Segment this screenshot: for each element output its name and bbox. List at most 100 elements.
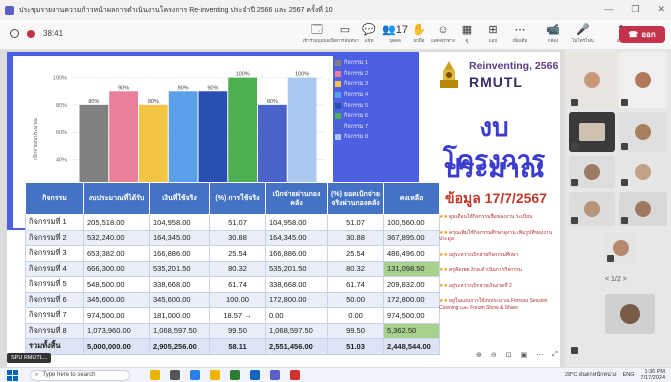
table-header: คงเหลือ: [383, 182, 440, 215]
participant-video[interactable]: [569, 156, 615, 188]
weather-widget[interactable]: 28°C ฝนตกหนักหน่วง: [565, 371, 617, 379]
participant-pager[interactable]: < 1/2 >: [605, 276, 627, 283]
table-cell: 653,382.00: [83, 245, 150, 262]
leave-button[interactable]: ☎ ออก: [619, 26, 665, 43]
camera-button[interactable]: 📹 กล้อง: [536, 23, 570, 48]
legend-swatch: [335, 81, 341, 88]
table-cell: 50.00: [327, 291, 384, 308]
stage-control-icon[interactable]: ⋯: [536, 351, 543, 359]
mic-off-icon: [621, 143, 628, 150]
chat-button-label: แชท: [364, 38, 374, 43]
clock-date: 7/17/2024: [640, 375, 665, 381]
stage-control-icon[interactable]: ⊡: [506, 351, 512, 359]
note-text: ดูมเดือนใช้กิจกรรมชื่อของงาน ระเบียน: [448, 214, 533, 220]
table-cell: 30.88: [209, 229, 266, 246]
participant-video[interactable]: [619, 192, 667, 226]
meeting-timer: 38:41: [43, 29, 64, 38]
table-header: เบิกจ่ายผ่านกองคลัง: [265, 182, 328, 215]
raise-hand-button-label: ยกมือ: [413, 38, 425, 43]
note-item: ★★ครูคิดเพย 3กล.ดำเนินการกิจกรรม: [439, 267, 563, 274]
table-row: กิจกรรมที่ 5 548,500.00 338,668.00 61.74 338…: [25, 276, 440, 293]
avatar: [635, 72, 651, 88]
table-header: กิจกรรม: [25, 182, 84, 215]
participant-video[interactable]: [619, 52, 667, 108]
taskbar-search[interactable]: ⌕ Type here to search: [30, 369, 130, 381]
chart-legend: กิจกรรม 1 กิจกรรม 2 กิจกรรม 3 กิจกรรม 4 กิจก…: [335, 58, 415, 143]
table-cell: กิจกรรมที่ 4: [25, 260, 84, 277]
camera-button-label: กล้อง: [547, 38, 559, 43]
clock[interactable]: 1:36 PM 7/17/2024: [641, 369, 665, 381]
participant-tile[interactable]: [569, 336, 589, 356]
table-cell: กิจกรรมที่ 2: [25, 229, 84, 246]
table-cell: 25.54: [209, 245, 266, 262]
language-indicator[interactable]: ENG: [623, 372, 635, 378]
participant-video[interactable]: [569, 192, 615, 226]
participant-video[interactable]: [619, 112, 667, 152]
y-axis-label: เบิกจ่ายงบประมาณ: [32, 118, 39, 160]
legend-item: กิจกรรม 6: [335, 111, 415, 122]
stage-control-icon[interactable]: ⤢: [552, 351, 558, 359]
legend-swatch: [335, 60, 341, 67]
chrome-icon[interactable]: [290, 370, 300, 380]
data-label: 80%: [267, 99, 278, 105]
stage-control-icon[interactable]: ▣: [521, 351, 528, 359]
data-label: 90%: [178, 85, 189, 91]
taskbar-app-icon[interactable]: [250, 370, 260, 380]
reactions-icon: ☺: [437, 24, 449, 36]
table-row: กิจกรรมที่ 8 1,073,960.00 1,068,597.50 99.5…: [25, 322, 440, 339]
presenter-name-tag: SPU RMUTL...: [7, 353, 52, 363]
avatar: [613, 240, 629, 256]
microphone-button[interactable]: 🎤 ไมโครโฟน: [566, 23, 600, 48]
windows-taskbar: ⌕ Type here to search 28°C ฝนตกหนักหน่วง…: [0, 367, 671, 382]
table-cell: 338,668.00: [265, 276, 328, 293]
participant-video[interactable]: [619, 156, 667, 188]
apps-button-label: แอป: [488, 38, 498, 43]
table-cell: 25.54: [327, 245, 384, 262]
note-item: ★★ครุณเพิ่มใช้กิจกรรมศึกษาดูงาน เพิ่มรูป…: [439, 230, 563, 243]
teams-logo-icon: [5, 5, 14, 15]
taskbar-app-icon[interactable]: [230, 370, 240, 380]
table-cell: กิจกรรมที่ 6: [25, 291, 84, 308]
table-cell: 51.07: [209, 214, 266, 231]
slide-brand: Reinventing, 2566: [469, 60, 559, 72]
legend-label: กิจกรรม 5: [344, 102, 369, 109]
mic-off-icon: [571, 179, 578, 186]
participants-panel: < 1/2 >: [565, 50, 671, 367]
participant-video[interactable]: [605, 232, 637, 264]
table-cell: 2,448,544.00: [383, 338, 440, 355]
task-view-icon[interactable]: [170, 370, 180, 380]
minimize-button[interactable]: —: [604, 4, 613, 15]
mic-off-icon: [571, 143, 578, 150]
table-row: กิจกรรมที่ 2 532,240.00 164,345.00 30.88 164…: [25, 229, 440, 246]
y-tick-label: 40%: [56, 157, 67, 163]
table-cell: 2,551,456.00: [265, 338, 328, 355]
note-item: ★★อยู่ระหว่างเบิกจ่ายเงินงวดที่ 2: [439, 283, 563, 290]
view-icon: ▦: [461, 24, 473, 36]
teams-icon[interactable]: [270, 370, 280, 380]
stage-control-icon[interactable]: ⊖: [491, 351, 497, 359]
edge-icon[interactable]: [190, 370, 200, 380]
join-view-icon: 🗔: [311, 24, 323, 36]
stop-conversation-icon: ▭: [339, 24, 351, 36]
table-cell: 51.03: [327, 338, 384, 355]
taskbar-app-icon[interactable]: [150, 370, 160, 380]
people-button-label: บุคคล: [389, 38, 401, 43]
table-cell: กิจกรรมที่ 3: [25, 245, 84, 262]
avatar: [584, 72, 600, 88]
self-view-video[interactable]: [605, 294, 655, 334]
windows-start-icon[interactable]: [7, 369, 18, 381]
participant-video[interactable]: [569, 52, 615, 108]
participant-video[interactable]: [569, 112, 615, 152]
more-button[interactable]: ⋯ เพิ่มเติม: [503, 23, 537, 48]
table-row: กิจกรรมที่ 7 974,500.00 181,000.00 18.57 → 0…: [25, 307, 440, 324]
recording-icon: [27, 29, 35, 38]
file-explorer-icon[interactable]: [210, 370, 220, 380]
maximize-button[interactable]: ❐: [631, 4, 639, 15]
legend-label: กิจกรรม 4: [344, 92, 369, 99]
stage-control-icon[interactable]: ⊕: [476, 351, 482, 359]
close-window-button[interactable]: ✕: [657, 4, 665, 15]
table-row: กิจกรรมที่ 6 345,600.00 345,600.00 100.00 17…: [25, 291, 440, 308]
table-cell: 181,000.00: [149, 307, 210, 324]
legend-label: กิจกรรม 1: [344, 60, 369, 67]
note-text: ครุณเพิ่มใช้กิจกรรมศึกษาดูงาน เพิ่มรูปที…: [439, 229, 553, 243]
